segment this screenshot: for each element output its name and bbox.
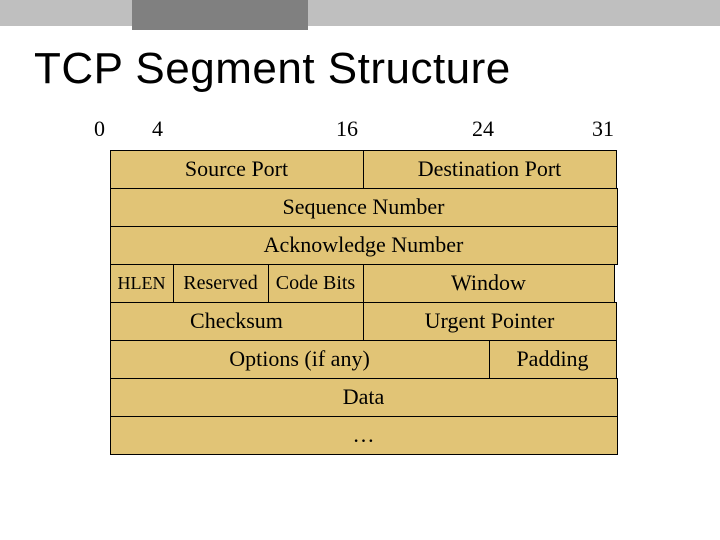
field-source-port: Source Port [110,150,364,189]
bit-ruler: 0 4 16 24 31 [102,116,612,148]
top-accent-decoration [132,0,308,30]
table-row: Checksum Urgent Pointer [110,302,618,340]
table-row: HLEN Reserved Code Bits Window [110,264,618,302]
field-urgent-pointer: Urgent Pointer [363,302,617,341]
field-data: Data [110,378,618,417]
field-ack-number: Acknowledge Number [110,226,618,265]
table-row: Sequence Number [110,188,618,226]
bit-label-24: 24 [472,116,494,142]
field-code-bits: Code Bits [268,264,364,303]
table-row: Options (if any) Padding [110,340,618,378]
bit-label-31: 31 [592,116,614,142]
slide: TCP Segment Structure 0 4 16 24 31 Sourc… [0,0,720,540]
bit-label-4: 4 [152,116,163,142]
field-reserved: Reserved [173,264,269,303]
tcp-header-table: Source Port Destination Port Sequence Nu… [110,150,618,454]
table-row: Source Port Destination Port [110,150,618,188]
field-padding: Padding [489,340,617,379]
field-options: Options (if any) [110,340,490,379]
bit-label-16: 16 [336,116,358,142]
table-row: … [110,416,618,454]
field-window: Window [363,264,615,303]
field-destination-port: Destination Port [363,150,617,189]
field-continuation: … [110,416,618,455]
slide-title: TCP Segment Structure [34,44,511,94]
field-hlen: HLEN [110,264,174,303]
field-sequence-number: Sequence Number [110,188,618,227]
field-checksum: Checksum [110,302,364,341]
bit-label-0: 0 [94,116,105,142]
table-row: Acknowledge Number [110,226,618,264]
top-bar-decoration [0,0,720,26]
table-row: Data [110,378,618,416]
